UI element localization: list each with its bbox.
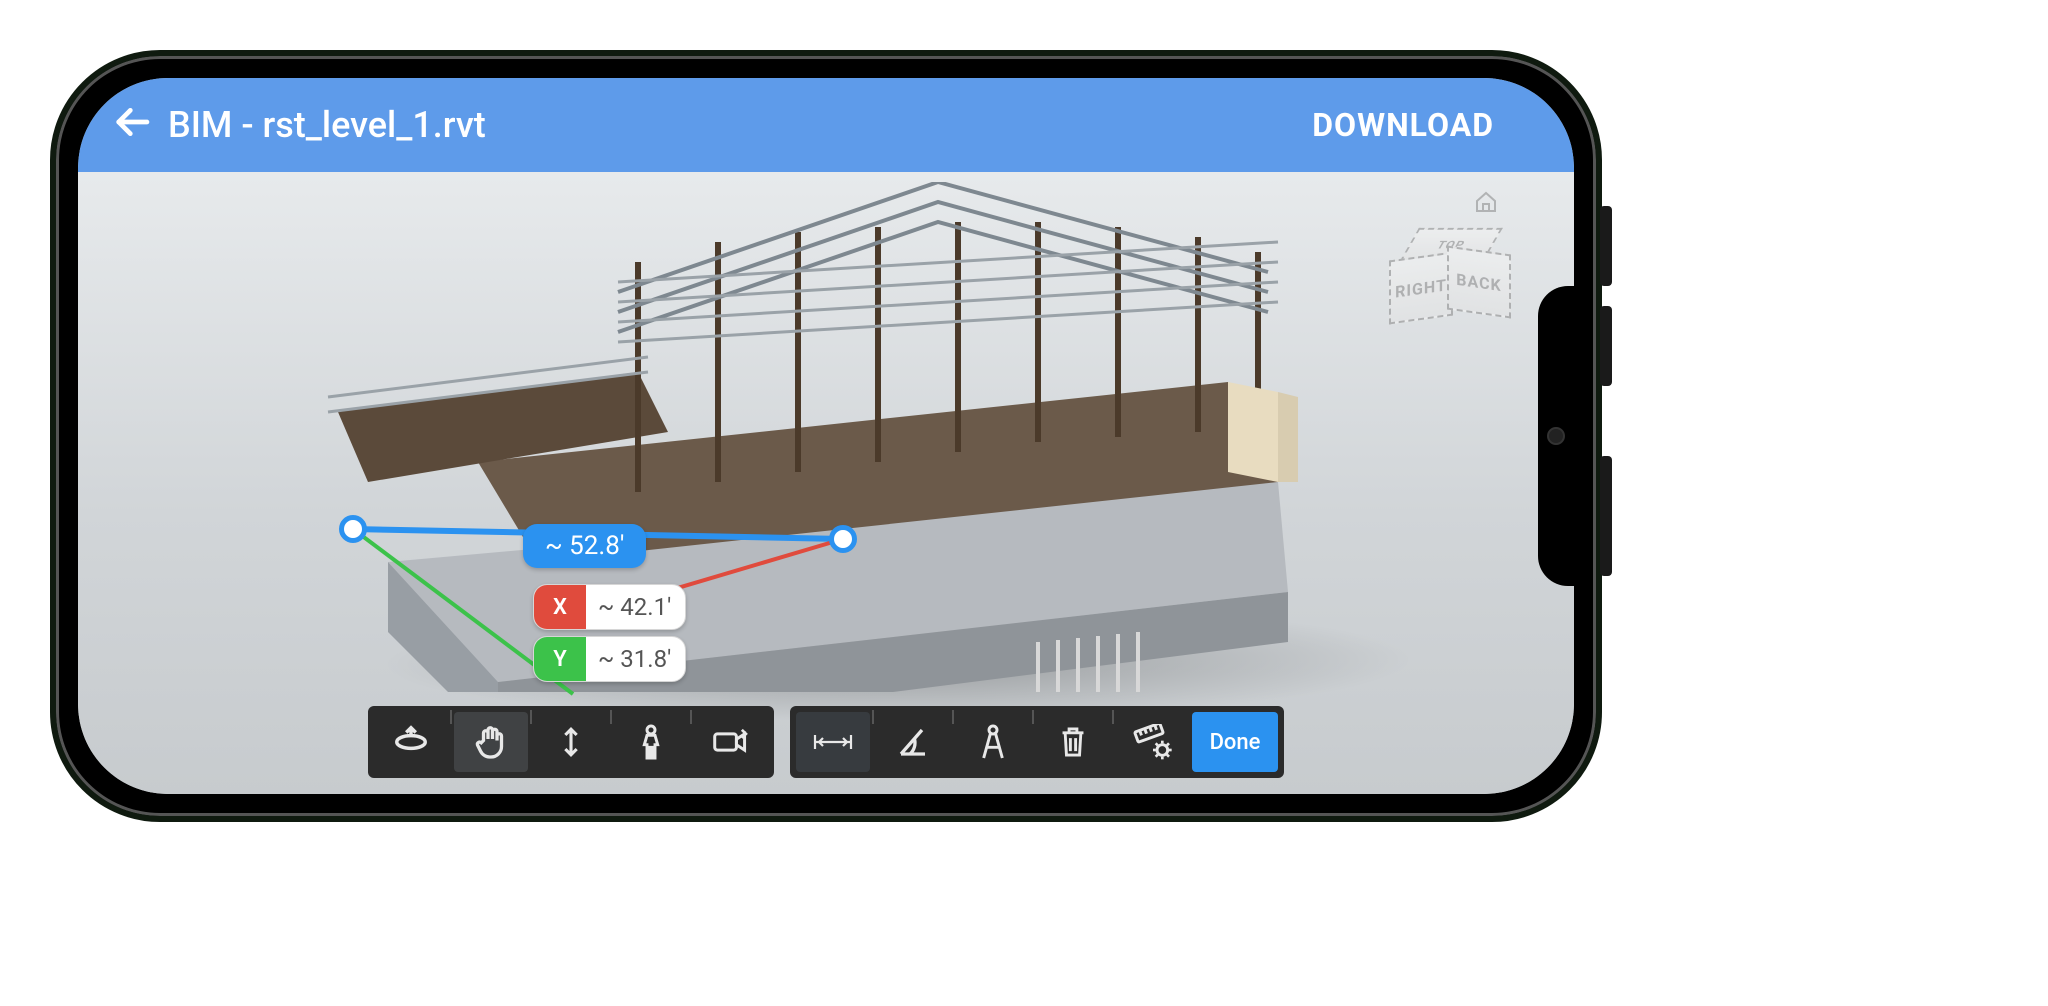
zoom-button[interactable] — [534, 712, 608, 772]
screen: BIM - rst_level_1.rvt DOWNLOAD — [78, 78, 1574, 794]
measurement-overlay: ~ 52.8' X ~ 42.1' Y ~ 31.8' — [353, 524, 863, 704]
updown-arrow-icon — [554, 725, 588, 759]
model-viewport[interactable]: TOP RIGHT BACK ~ 52.8' X ~ 42.1' — [78, 172, 1574, 794]
toolbar-row: Done — [78, 706, 1574, 778]
distance-icon — [811, 727, 855, 757]
page-title: BIM - rst_level_1.rvt — [168, 104, 486, 146]
measurement-y-value: ~ 31.8' — [598, 645, 671, 673]
arrow-left-icon — [112, 102, 152, 142]
hand-icon — [473, 724, 509, 760]
download-button[interactable]: DOWNLOAD — [1312, 106, 1494, 144]
phone-notch — [1538, 286, 1574, 586]
ruler-gear-icon — [1133, 724, 1173, 760]
first-person-button[interactable] — [614, 712, 688, 772]
volume-up-button — [1600, 206, 1612, 286]
angle-button[interactable] — [876, 712, 950, 772]
measure-point-b[interactable] — [829, 525, 857, 553]
viewcube[interactable]: TOP RIGHT BACK — [1374, 190, 1504, 324]
delete-button[interactable] — [1036, 712, 1110, 772]
phone-frame: BIM - rst_level_1.rvt DOWNLOAD — [50, 50, 1602, 822]
camera-button[interactable] — [694, 712, 768, 772]
trash-icon — [1057, 725, 1089, 759]
pan-button[interactable] — [454, 712, 528, 772]
viewcube-back[interactable]: BACK — [1447, 246, 1511, 319]
person-icon — [635, 723, 667, 761]
nav-toolbar — [368, 706, 774, 778]
power-button — [1600, 456, 1612, 576]
calibrate-button[interactable] — [956, 712, 1030, 772]
front-camera — [1547, 427, 1565, 445]
measurement-x-tag: X — [534, 585, 586, 629]
angle-icon — [895, 724, 931, 760]
done-button[interactable]: Done — [1192, 712, 1279, 772]
measurement-x: X ~ 42.1' — [533, 584, 686, 630]
measurement-y: Y ~ 31.8' — [533, 636, 686, 682]
viewcube-right[interactable]: RIGHT — [1389, 252, 1453, 325]
camera-icon — [712, 726, 750, 758]
orbit-button[interactable] — [374, 712, 448, 772]
measurement-x-value: ~ 42.1' — [598, 593, 671, 621]
volume-down-button — [1600, 306, 1612, 386]
home-icon[interactable] — [1374, 190, 1504, 220]
measure-point-a[interactable] — [339, 515, 367, 543]
app-header: BIM - rst_level_1.rvt DOWNLOAD — [78, 78, 1574, 172]
measurement-y-tag: Y — [534, 637, 586, 681]
measure-toolbar: Done — [790, 706, 1285, 778]
measurement-total[interactable]: ~ 52.8' — [523, 524, 646, 568]
settings-button[interactable] — [1116, 712, 1190, 772]
orbit-icon — [392, 723, 430, 761]
distance-button[interactable] — [796, 712, 870, 772]
compass-icon — [977, 723, 1009, 761]
back-button[interactable] — [112, 102, 162, 149]
